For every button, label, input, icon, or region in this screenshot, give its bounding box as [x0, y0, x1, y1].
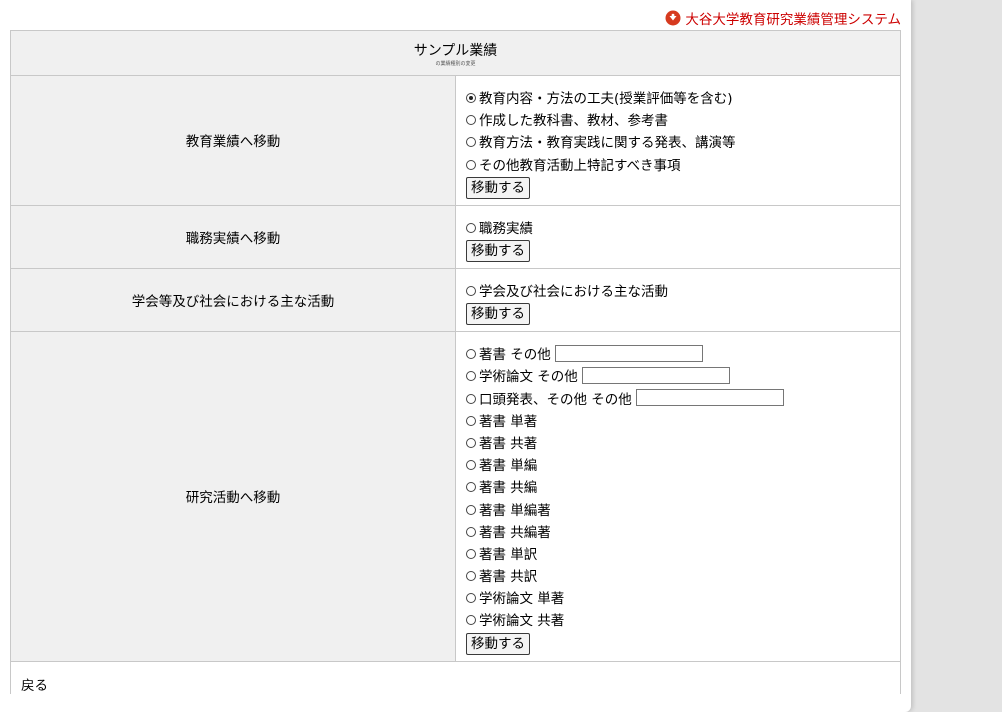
radio-option[interactable]: 職務実績	[466, 216, 890, 238]
page-subtitle: の業績種別の変更	[435, 61, 476, 67]
radio-button[interactable]	[466, 349, 476, 360]
radio-label: その他教育活動上特記すべき事項	[479, 157, 681, 174]
move-form-table: サンプル業績 の業績種別の変更 教育業績へ移動 教育内容・方法の工夫(授業評価等を…	[10, 30, 901, 694]
radio-button[interactable]	[466, 504, 476, 515]
move-button[interactable]: 移動する	[466, 632, 530, 655]
radio-button[interactable]	[466, 526, 476, 537]
radio-label: 著書 その他	[479, 347, 551, 364]
radio-button[interactable]	[466, 371, 476, 382]
section-label: 職務実績へ移動	[10, 204, 456, 269]
radio-option[interactable]: 著書 共訳	[466, 564, 890, 586]
main-card: 大谷大学教育研究業績管理システム サンプル業績 の業績種別の変更 教育業績へ移動…	[0, 0, 911, 712]
section-options: 職務実績移動する	[455, 204, 901, 269]
radio-option[interactable]: 著書 単編	[466, 453, 890, 475]
radio-option[interactable]: 学術論文 共著	[466, 608, 890, 630]
radio-label: 著書 共編	[479, 480, 538, 497]
section-row: 教育業績へ移動 教育内容・方法の工夫(授業評価等を含む) 作成した教科書、教材、参考…	[10, 75, 901, 206]
title-row: サンプル業績 の業績種別の変更	[10, 30, 901, 76]
radio-label: 口頭発表、その他 その他	[479, 391, 632, 408]
radio-label: 学会及び社会における主な活動	[479, 284, 668, 301]
radio-option[interactable]: 著書 その他	[466, 342, 890, 364]
radio-label: 教育内容・方法の工夫(授業評価等を含む)	[479, 91, 733, 108]
radio-button[interactable]	[466, 615, 476, 626]
radio-label: 著書 単編著	[479, 502, 551, 519]
other-text-input[interactable]	[554, 344, 703, 362]
radio-option[interactable]: 著書 共編	[466, 475, 890, 497]
title-cell: サンプル業績 の業績種別の変更	[10, 30, 901, 76]
brand-name: 大谷大学教育研究業績管理システム	[685, 12, 901, 28]
radio-option[interactable]: 学術論文 その他	[466, 364, 890, 386]
radio-option[interactable]: 学術論文 単著	[466, 586, 890, 608]
move-button[interactable]: 移動する	[466, 239, 530, 262]
radio-label: 著書 単著	[479, 413, 538, 430]
radio-option[interactable]: 作成した教科書、教材、参考書	[466, 108, 890, 130]
move-button[interactable]: 移動する	[466, 176, 530, 199]
other-text-input[interactable]	[581, 366, 730, 384]
radio-label: 著書 共編著	[479, 524, 551, 541]
radio-option[interactable]: 著書 共著	[466, 431, 890, 453]
radio-button[interactable]	[466, 222, 476, 233]
radio-option[interactable]: 著書 単著	[466, 409, 890, 431]
radio-button[interactable]	[466, 393, 476, 404]
section-options: 著書 その他学術論文 その他口頭発表、その他 その他 著書 単著著書 共著著書 単…	[455, 331, 901, 662]
radio-option[interactable]: 著書 単編著	[466, 497, 890, 519]
radio-button[interactable]	[466, 137, 476, 148]
radio-button[interactable]	[466, 548, 476, 559]
radio-label: 著書 共訳	[479, 569, 538, 586]
radio-button[interactable]	[466, 593, 476, 604]
radio-label: 学術論文 単著	[479, 591, 565, 608]
radio-button[interactable]	[466, 93, 476, 104]
radio-option[interactable]: 口頭発表、その他 その他	[466, 387, 890, 409]
section-row: 学会等及び社会における主な活動 学会及び社会における主な活動 移動する	[10, 267, 901, 333]
section-row: 研究活動へ移動 著書 その他 学術論文 その他 口頭発表、その他 その他 著書 単著 著書…	[10, 331, 901, 662]
section-label: 学会等及び社会における主な活動	[10, 267, 456, 333]
logo-icon	[665, 10, 681, 26]
radio-label: 教育方法・教育実践に関する発表、講演等	[479, 135, 736, 152]
radio-label: 著書 共著	[479, 435, 538, 452]
back-link[interactable]: 戻る	[21, 678, 48, 694]
footer-cell: 戻る	[10, 660, 901, 694]
radio-option[interactable]: 著書 共編著	[466, 520, 890, 542]
radio-option[interactable]: その他教育活動上特記すべき事項	[466, 153, 890, 175]
radio-label: 職務実績	[479, 220, 533, 237]
radio-option[interactable]: 学会及び社会における主な活動	[466, 279, 890, 301]
section-row: 職務実績へ移動 職務実績 移動する	[10, 204, 901, 269]
page-title: サンプル業績	[413, 43, 498, 59]
footer-row: 戻る	[10, 660, 901, 694]
radio-label: 学術論文 その他	[479, 369, 578, 386]
radio-option[interactable]: 教育方法・教育実践に関する発表、講演等	[466, 130, 890, 152]
other-text-input[interactable]	[635, 389, 784, 407]
radio-button[interactable]	[466, 159, 476, 170]
brand-header[interactable]: 大谷大学教育研究業績管理システム	[665, 8, 901, 28]
radio-button[interactable]	[466, 482, 476, 493]
radio-button[interactable]	[466, 571, 476, 582]
radio-label: 著書 単編	[479, 458, 538, 475]
radio-label: 作成した教科書、教材、参考書	[479, 113, 668, 130]
radio-button[interactable]	[466, 115, 476, 126]
radio-button[interactable]	[466, 286, 476, 297]
move-button[interactable]: 移動する	[466, 303, 530, 326]
radio-option[interactable]: 教育内容・方法の工夫(授業評価等を含む)	[466, 86, 890, 108]
radio-label: 学術論文 共著	[479, 613, 565, 630]
section-label: 研究活動へ移動	[10, 331, 456, 662]
radio-button[interactable]	[466, 460, 476, 471]
radio-option[interactable]: 著書 単訳	[466, 542, 890, 564]
radio-button[interactable]	[466, 415, 476, 426]
section-options: 学会及び社会における主な活動移動する	[455, 267, 901, 333]
section-label: 教育業績へ移動	[10, 75, 456, 206]
radio-button[interactable]	[466, 437, 476, 448]
section-options: 教育内容・方法の工夫(授業評価等を含む) 作成した教科書、教材、参考書教育方法・教…	[455, 75, 901, 206]
radio-label: 著書 単訳	[479, 546, 538, 563]
